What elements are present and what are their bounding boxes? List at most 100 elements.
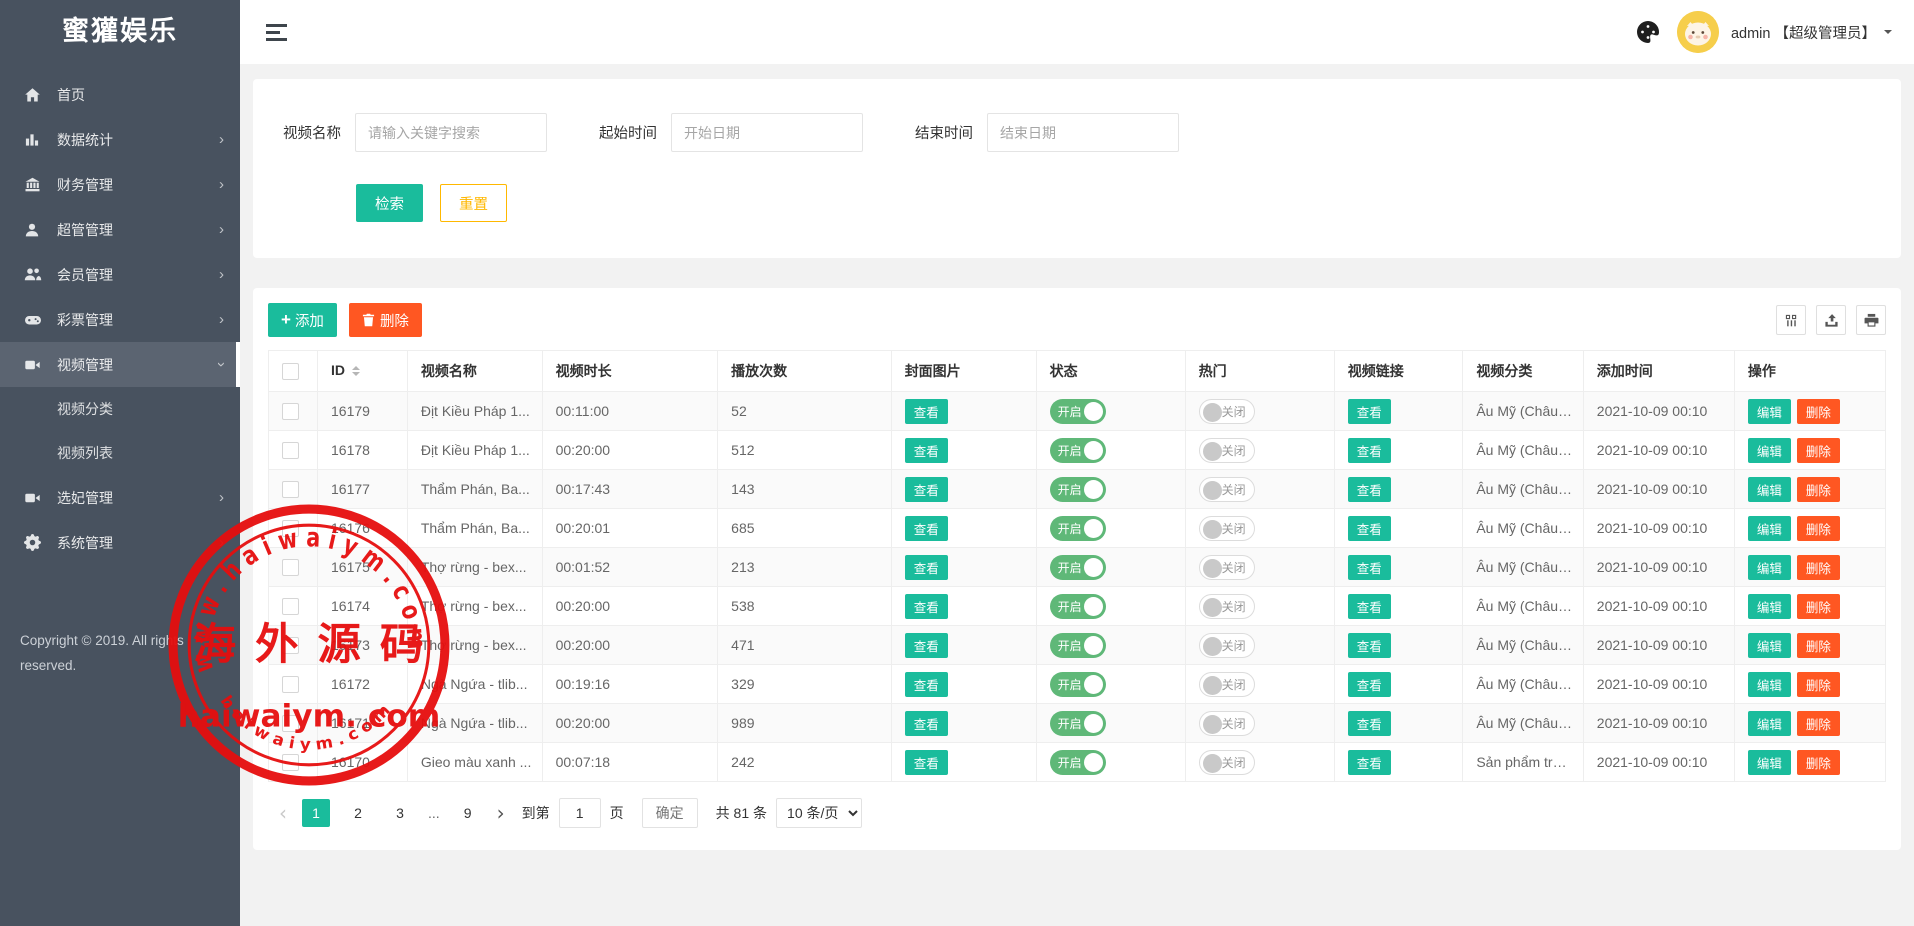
row-checkbox[interactable] bbox=[282, 637, 299, 654]
view-link-button[interactable]: 查看 bbox=[1348, 516, 1391, 541]
edit-button[interactable]: 编辑 bbox=[1748, 555, 1791, 580]
hot-toggle-off[interactable]: 关闭 bbox=[1199, 711, 1255, 736]
prev-page-icon[interactable]: ‹ bbox=[279, 801, 287, 825]
select-all-checkbox[interactable] bbox=[282, 363, 299, 380]
page-3[interactable]: 3 bbox=[386, 799, 414, 827]
search-button[interactable]: 检索 bbox=[356, 184, 423, 222]
hot-toggle-off[interactable]: 关闭 bbox=[1199, 438, 1255, 463]
next-page-icon[interactable]: › bbox=[497, 801, 505, 825]
row-checkbox[interactable] bbox=[282, 715, 299, 732]
delete-button[interactable]: 删除 bbox=[349, 303, 422, 337]
row-checkbox[interactable] bbox=[282, 442, 299, 459]
row-checkbox[interactable] bbox=[282, 520, 299, 537]
hot-toggle-off[interactable]: 关闭 bbox=[1199, 633, 1255, 658]
view-link-button[interactable]: 查看 bbox=[1348, 672, 1391, 697]
filter-columns-icon[interactable] bbox=[1776, 305, 1806, 335]
sidebar-item-stats[interactable]: 数据统计 › bbox=[0, 117, 240, 162]
edit-button[interactable]: 编辑 bbox=[1748, 438, 1791, 463]
status-toggle-on[interactable]: 开启 bbox=[1050, 555, 1106, 580]
status-toggle-on[interactable]: 开启 bbox=[1050, 672, 1106, 697]
view-link-button[interactable]: 查看 bbox=[1348, 555, 1391, 580]
view-cover-button[interactable]: 查看 bbox=[905, 672, 948, 697]
status-toggle-on[interactable]: 开启 bbox=[1050, 594, 1106, 619]
view-cover-button[interactable]: 查看 bbox=[905, 750, 948, 775]
delete-row-button[interactable]: 删除 bbox=[1797, 516, 1840, 541]
delete-row-button[interactable]: 删除 bbox=[1797, 555, 1840, 580]
row-checkbox[interactable] bbox=[282, 676, 299, 693]
sidebar-item-finance[interactable]: 财务管理 › bbox=[0, 162, 240, 207]
hot-toggle-off[interactable]: 关闭 bbox=[1199, 399, 1255, 424]
delete-row-button[interactable]: 删除 bbox=[1797, 672, 1840, 697]
goto-confirm-button[interactable]: 确定 bbox=[642, 798, 698, 828]
row-checkbox[interactable] bbox=[282, 403, 299, 420]
status-toggle-on[interactable]: 开启 bbox=[1050, 399, 1106, 424]
view-cover-button[interactable]: 查看 bbox=[905, 594, 948, 619]
view-link-button[interactable]: 查看 bbox=[1348, 633, 1391, 658]
status-toggle-on[interactable]: 开启 bbox=[1050, 438, 1106, 463]
goto-page-input[interactable] bbox=[559, 798, 601, 828]
user-avatar[interactable] bbox=[1677, 11, 1719, 53]
edit-button[interactable]: 编辑 bbox=[1748, 477, 1791, 502]
end-date-input[interactable] bbox=[987, 113, 1179, 152]
delete-row-button[interactable]: 删除 bbox=[1797, 438, 1840, 463]
status-toggle-on[interactable]: 开启 bbox=[1050, 516, 1106, 541]
view-link-button[interactable]: 查看 bbox=[1348, 399, 1391, 424]
row-checkbox[interactable] bbox=[282, 598, 299, 615]
edit-button[interactable]: 编辑 bbox=[1748, 516, 1791, 541]
video-name-input[interactable] bbox=[355, 113, 547, 152]
export-icon[interactable] bbox=[1816, 305, 1846, 335]
delete-row-button[interactable]: 删除 bbox=[1797, 711, 1840, 736]
view-link-button[interactable]: 查看 bbox=[1348, 711, 1391, 736]
view-link-button[interactable]: 查看 bbox=[1348, 438, 1391, 463]
row-checkbox[interactable] bbox=[282, 559, 299, 576]
sidebar-item-lottery[interactable]: 彩票管理 › bbox=[0, 297, 240, 342]
sidebar-subitem-video-category[interactable]: 视频分类 bbox=[0, 387, 240, 431]
hot-toggle-off[interactable]: 关闭 bbox=[1199, 594, 1255, 619]
sidebar-item-superadmin[interactable]: 超管管理 › bbox=[0, 207, 240, 252]
edit-button[interactable]: 编辑 bbox=[1748, 594, 1791, 619]
view-cover-button[interactable]: 查看 bbox=[905, 477, 948, 502]
menu-toggle-icon[interactable] bbox=[266, 24, 288, 41]
sidebar-subitem-video-list[interactable]: 视频列表 bbox=[0, 431, 240, 475]
hot-toggle-off[interactable]: 关闭 bbox=[1199, 516, 1255, 541]
view-cover-button[interactable]: 查看 bbox=[905, 711, 948, 736]
row-checkbox[interactable] bbox=[282, 481, 299, 498]
sidebar-item-members[interactable]: 会员管理 › bbox=[0, 252, 240, 297]
view-link-button[interactable]: 查看 bbox=[1348, 594, 1391, 619]
status-toggle-on[interactable]: 开启 bbox=[1050, 633, 1106, 658]
edit-button[interactable]: 编辑 bbox=[1748, 399, 1791, 424]
view-link-button[interactable]: 查看 bbox=[1348, 750, 1391, 775]
edit-button[interactable]: 编辑 bbox=[1748, 633, 1791, 658]
sidebar-item-concubine[interactable]: 选妃管理 › bbox=[0, 475, 240, 520]
edit-button[interactable]: 编辑 bbox=[1748, 750, 1791, 775]
view-cover-button[interactable]: 查看 bbox=[905, 438, 948, 463]
row-checkbox[interactable] bbox=[282, 754, 299, 771]
theme-palette-icon[interactable] bbox=[1637, 21, 1659, 43]
add-button[interactable]: + 添加 bbox=[268, 303, 337, 337]
status-toggle-on[interactable]: 开启 bbox=[1050, 711, 1106, 736]
hot-toggle-off[interactable]: 关闭 bbox=[1199, 750, 1255, 775]
delete-row-button[interactable]: 删除 bbox=[1797, 750, 1840, 775]
hot-toggle-off[interactable]: 关闭 bbox=[1199, 555, 1255, 580]
view-link-button[interactable]: 查看 bbox=[1348, 477, 1391, 502]
user-dropdown-caret-icon[interactable] bbox=[1884, 30, 1892, 38]
sidebar-item-video[interactable]: 视频管理 › bbox=[0, 342, 240, 387]
page-1[interactable]: 1 bbox=[302, 799, 330, 827]
reset-button[interactable]: 重置 bbox=[440, 184, 507, 222]
view-cover-button[interactable]: 查看 bbox=[905, 399, 948, 424]
delete-row-button[interactable]: 删除 bbox=[1797, 477, 1840, 502]
username[interactable]: admin 【超级管理员】 bbox=[1731, 22, 1876, 43]
sidebar-item-system[interactable]: 系统管理 › bbox=[0, 520, 240, 565]
sort-icon[interactable] bbox=[352, 362, 360, 380]
view-cover-button[interactable]: 查看 bbox=[905, 633, 948, 658]
page-9[interactable]: 9 bbox=[454, 799, 482, 827]
edit-button[interactable]: 编辑 bbox=[1748, 672, 1791, 697]
edit-button[interactable]: 编辑 bbox=[1748, 711, 1791, 736]
view-cover-button[interactable]: 查看 bbox=[905, 555, 948, 580]
page-size-select[interactable]: 10 条/页 bbox=[776, 798, 862, 828]
start-date-input[interactable] bbox=[671, 113, 863, 152]
hot-toggle-off[interactable]: 关闭 bbox=[1199, 672, 1255, 697]
delete-row-button[interactable]: 删除 bbox=[1797, 399, 1840, 424]
status-toggle-on[interactable]: 开启 bbox=[1050, 750, 1106, 775]
delete-row-button[interactable]: 删除 bbox=[1797, 594, 1840, 619]
